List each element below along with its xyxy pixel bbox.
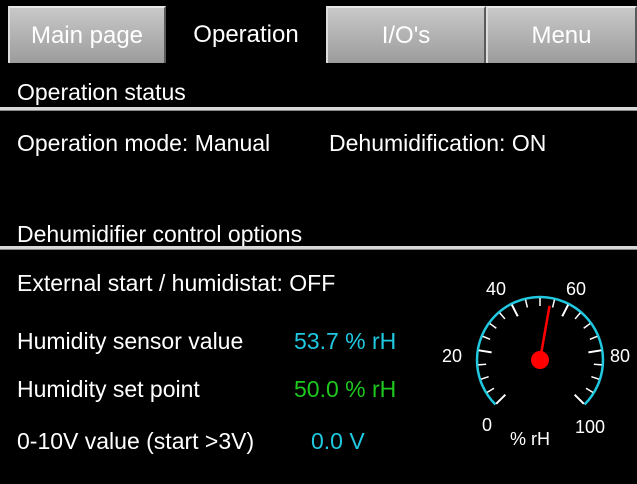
gauge-tick — [591, 375, 600, 380]
external-start-value: OFF — [289, 270, 336, 296]
gauge-tick — [585, 387, 594, 394]
gauge-tick — [574, 312, 581, 320]
control-options-title: Dehumidifier control options — [17, 221, 303, 247]
tab-ios-label: I/O's — [381, 21, 431, 49]
gauge-arc-path — [475, 295, 605, 406]
operation-mode-label: Operation mode: — [17, 130, 189, 156]
dehumidification-row: Dehumidification: ON — [329, 130, 546, 157]
gauge-tick — [489, 322, 497, 329]
gauge-tick — [524, 299, 529, 308]
external-start-label: External start / humidistat: — [17, 270, 283, 296]
humidity-gauge: 0 20 40 60 80 100 % rH — [430, 270, 637, 480]
humidity-setpoint-label: Humidity set point — [17, 376, 200, 402]
divider — [0, 246, 637, 250]
gauge-tick — [588, 349, 602, 354]
gauge-tick — [510, 304, 519, 317]
gauge-tick — [480, 375, 489, 380]
analog-input-label: 0-10V value (start >3V) — [17, 428, 255, 454]
operation-mode-row: Operation mode: Manual — [17, 130, 270, 157]
gauge-tick — [478, 349, 492, 354]
gauge-tick — [583, 322, 591, 329]
humidity-sensor-value: 53.7 % rH — [294, 328, 397, 354]
gauge-tick-label: 100 — [575, 417, 606, 437]
analog-input-value: 0.0 V — [311, 428, 365, 454]
tab-menu[interactable]: Menu — [486, 6, 637, 63]
tab-operation[interactable]: Operation — [166, 6, 326, 63]
tab-main-page[interactable]: Main page — [8, 6, 166, 63]
gauge-tick — [551, 299, 556, 308]
gauge-hub — [531, 351, 549, 369]
gauge-unit-label: % rH — [510, 429, 550, 449]
tab-operation-label: Operation — [193, 20, 299, 48]
operation-mode-value: Manual — [194, 130, 271, 156]
gauge-tick — [486, 387, 495, 394]
gauge-arc — [475, 295, 605, 406]
gauge-tick — [499, 312, 506, 320]
external-start-row: External start / humidistat: OFF — [17, 270, 335, 297]
gauge-tick — [478, 363, 487, 366]
gauge-tick-label: 20 — [442, 346, 463, 366]
gauge-tick — [495, 393, 507, 405]
gauge-tick-label: 0 — [482, 415, 493, 435]
dehumidification-value: ON — [511, 130, 547, 156]
humidity-setpoint-value[interactable]: 50.0 % rH — [294, 376, 396, 403]
divider — [0, 107, 637, 111]
tab-ios[interactable]: I/O's — [326, 6, 486, 63]
gauge-tick — [589, 335, 598, 341]
gauge-tick-label: 60 — [566, 279, 587, 299]
gauge-tick-label: 40 — [486, 279, 507, 299]
gauge-tick — [593, 363, 602, 366]
gauge-tick — [482, 335, 491, 341]
humidity-sensor-label: Humidity sensor value — [17, 328, 244, 354]
gauge-tick — [573, 393, 585, 405]
gauge-tick — [561, 304, 570, 317]
operation-status-header: Operation status — [0, 72, 637, 112]
gauge-tick-label: 80 — [610, 346, 631, 366]
tab-main-page-label: Main page — [30, 21, 144, 49]
operation-status-title: Operation status — [17, 79, 186, 105]
tab-menu-label: Menu — [531, 21, 592, 49]
tab-bar: Main page Operation I/O's Menu — [0, 0, 637, 63]
dehumidification-label: Dehumidification: — [329, 130, 506, 156]
